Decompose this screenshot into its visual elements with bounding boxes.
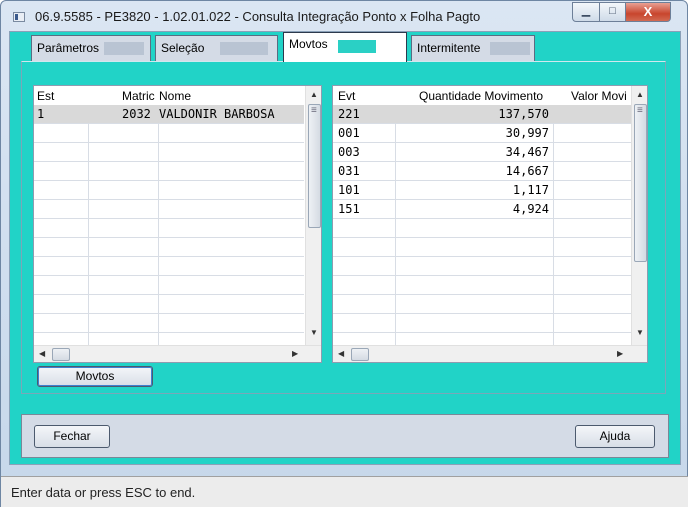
tab-selecao[interactable]: Seleção bbox=[155, 35, 278, 61]
column-header-quantidade[interactable]: Quantidade Movimento bbox=[419, 89, 543, 103]
horizontal-scrollbar[interactable]: ◀ ▶ bbox=[34, 345, 321, 362]
column-header-matric[interactable]: Matric bbox=[122, 89, 155, 103]
horizontal-scrollbar[interactable]: ◀ ▶ bbox=[333, 345, 647, 362]
movtos-button[interactable]: Movtos bbox=[37, 366, 153, 387]
table-row[interactable] bbox=[333, 238, 631, 257]
table-row[interactable] bbox=[333, 219, 631, 238]
column-header-evt[interactable]: Evt bbox=[338, 89, 355, 103]
cell-est: 1 bbox=[37, 107, 45, 121]
table-row[interactable]: 003 34,467 bbox=[333, 143, 631, 162]
tab-swatch bbox=[490, 42, 530, 55]
column-header-valor[interactable]: Valor Movi bbox=[571, 89, 627, 103]
cell-nome: VALDONIR BARBOSA bbox=[159, 107, 275, 121]
tab-swatch bbox=[338, 40, 376, 53]
scroll-up-arrow-icon[interactable]: ▲ bbox=[636, 90, 644, 99]
table-row[interactable] bbox=[34, 257, 304, 276]
table-row[interactable]: 001 30,997 bbox=[333, 124, 631, 143]
scrollbar-thumb[interactable] bbox=[634, 104, 647, 262]
table-row[interactable]: 1 2032 VALDONIR BARBOSA bbox=[34, 105, 304, 124]
scroll-down-arrow-icon[interactable]: ▼ bbox=[636, 328, 644, 337]
table-row[interactable] bbox=[34, 276, 304, 295]
bottom-button-bar: Fechar Ajuda bbox=[21, 414, 669, 458]
scroll-down-arrow-icon[interactable]: ▼ bbox=[310, 328, 318, 337]
cell-quantidade: 34,467 bbox=[505, 145, 549, 159]
table-row[interactable] bbox=[34, 219, 304, 238]
table-row[interactable] bbox=[34, 162, 304, 181]
window-title: 06.9.5585 - PE3820 - 1.02.01.022 - Consu… bbox=[35, 9, 481, 24]
cell-quantidade: 1,117 bbox=[512, 183, 549, 197]
table-row[interactable] bbox=[34, 314, 304, 333]
table-row[interactable] bbox=[34, 238, 304, 257]
tab-swatch bbox=[220, 42, 268, 55]
scrollbar-thumb[interactable] bbox=[52, 348, 70, 361]
table-row[interactable]: 221 137,570 bbox=[333, 105, 631, 124]
application-window: 06.9.5585 - PE3820 - 1.02.01.022 - Consu… bbox=[0, 0, 688, 507]
table-row[interactable] bbox=[333, 257, 631, 276]
vertical-scrollbar[interactable]: ▲ ▼ bbox=[631, 86, 647, 345]
tab-intermitente[interactable]: Intermitente bbox=[411, 35, 535, 61]
scroll-left-arrow-icon[interactable]: ◀ bbox=[39, 349, 45, 358]
close-button[interactable]: X bbox=[625, 2, 671, 22]
ajuda-button[interactable]: Ajuda bbox=[575, 425, 655, 448]
cell-quantidade: 4,924 bbox=[512, 202, 549, 216]
table-row[interactable] bbox=[34, 295, 304, 314]
cell-quantidade: 14,667 bbox=[505, 164, 549, 178]
tab-label: Seleção bbox=[161, 41, 205, 55]
scroll-right-arrow-icon[interactable]: ▶ bbox=[292, 349, 298, 358]
cell-quantidade: 137,570 bbox=[498, 107, 549, 121]
fechar-button[interactable]: Fechar bbox=[34, 425, 110, 448]
status-bar: Enter data or press ESC to end. bbox=[1, 476, 688, 507]
table-row[interactable] bbox=[34, 200, 304, 219]
table-row[interactable] bbox=[333, 314, 631, 333]
minimize-button[interactable]: ▁ bbox=[572, 2, 600, 22]
column-header-est[interactable]: Est bbox=[37, 89, 54, 103]
cell-evt: 221 bbox=[338, 107, 360, 121]
table-row[interactable]: 101 1,117 bbox=[333, 181, 631, 200]
scrollbar-thumb[interactable] bbox=[351, 348, 369, 361]
tab-parametros[interactable]: Parâmetros bbox=[31, 35, 151, 61]
cell-evt: 003 bbox=[338, 145, 360, 159]
tab-swatch bbox=[104, 42, 144, 55]
table-row[interactable]: 151 4,924 bbox=[333, 200, 631, 219]
table-row[interactable]: 031 14,667 bbox=[333, 162, 631, 181]
scrollbar-thumb[interactable] bbox=[308, 104, 321, 228]
events-grid[interactable]: Evt Quantidade Movimento Valor Movi 221 … bbox=[332, 85, 648, 363]
grid-header: Evt Quantidade Movimento Valor Movi bbox=[333, 86, 631, 105]
column-header-nome[interactable]: Nome bbox=[159, 89, 191, 103]
table-row[interactable] bbox=[34, 124, 304, 143]
cell-quantidade: 30,997 bbox=[505, 126, 549, 140]
table-row[interactable] bbox=[333, 276, 631, 295]
cell-evt: 101 bbox=[338, 183, 360, 197]
scroll-right-arrow-icon[interactable]: ▶ bbox=[617, 349, 623, 358]
scroll-left-arrow-icon[interactable]: ◀ bbox=[338, 349, 344, 358]
maximize-button[interactable]: □ bbox=[599, 2, 626, 22]
cell-matric: 2032 bbox=[122, 107, 151, 121]
employee-grid[interactable]: Est Matric Nome 1 2032 VALDONIR BARBOSA bbox=[33, 85, 322, 363]
status-text: Enter data or press ESC to end. bbox=[11, 485, 196, 500]
cell-evt: 001 bbox=[338, 126, 360, 140]
app-icon[interactable] bbox=[13, 12, 25, 22]
table-row[interactable] bbox=[34, 143, 304, 162]
table-row[interactable] bbox=[34, 181, 304, 200]
tab-movtos[interactable]: Movtos bbox=[283, 32, 407, 62]
grid-header: Est Matric Nome bbox=[34, 86, 304, 105]
title-bar[interactable]: 06.9.5585 - PE3820 - 1.02.01.022 - Consu… bbox=[1, 1, 688, 31]
tab-label: Parâmetros bbox=[37, 41, 100, 55]
scroll-up-arrow-icon[interactable]: ▲ bbox=[310, 90, 318, 99]
cell-evt: 151 bbox=[338, 202, 360, 216]
tab-label: Movtos bbox=[289, 37, 328, 51]
vertical-scrollbar[interactable]: ▲ ▼ bbox=[305, 86, 321, 345]
cell-evt: 031 bbox=[338, 164, 360, 178]
tab-label: Intermitente bbox=[417, 41, 481, 55]
table-row[interactable] bbox=[333, 295, 631, 314]
